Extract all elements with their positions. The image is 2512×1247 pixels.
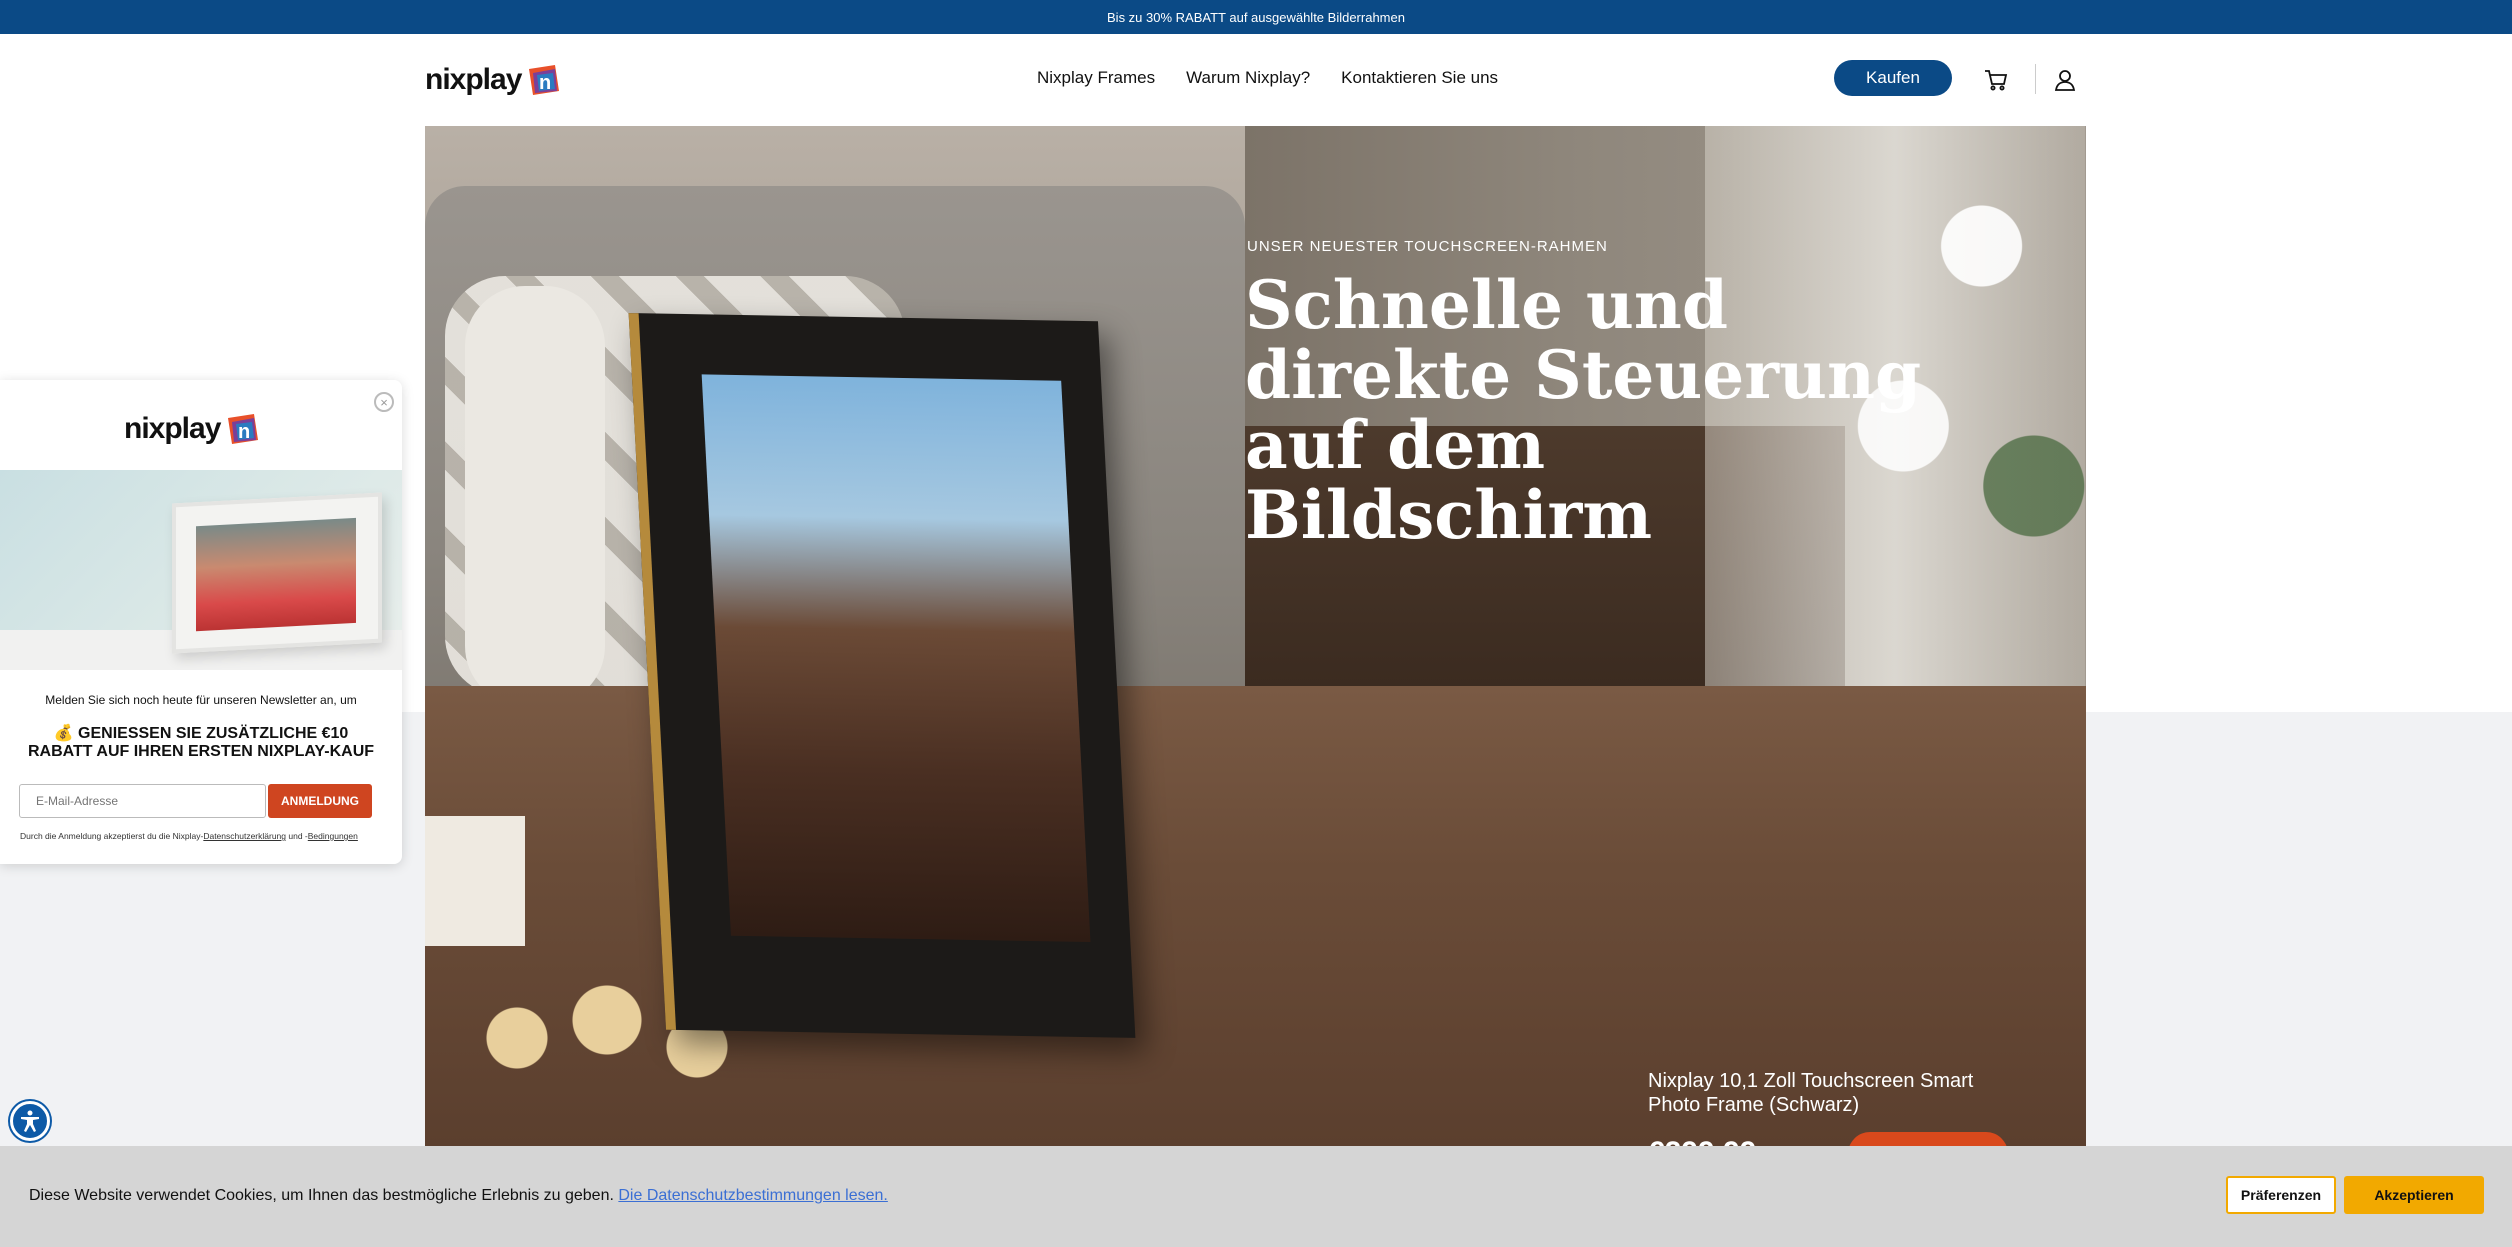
cart-icon[interactable] <box>1983 67 2009 93</box>
product-name[interactable]: Nixplay 10,1 Zoll Touchscreen Smart Phot… <box>1648 1069 2028 1117</box>
popup-headline: 💰 GENIESSEN SIE ZUSÄTZLICHE €10 RABATT A… <box>27 725 375 760</box>
announcement-text: Bis zu 30% RABATT auf ausgewählte Bilder… <box>1107 9 1405 25</box>
buy-button[interactable]: Kaufen <box>1834 60 1952 96</box>
privacy-link[interactable]: Datenschutzerklärung <box>203 831 286 841</box>
close-icon[interactable]: × <box>374 392 394 412</box>
nav-why-nixplay[interactable]: Warum Nixplay? <box>1186 68 1310 88</box>
hero-banner: UNSER NEUESTER TOUCHSCREEN-RAHMEN Schnel… <box>425 126 2086 1146</box>
cookie-text: Diese Website verwendet Cookies, um Ihne… <box>29 1187 888 1205</box>
preferences-button[interactable]: Präferenzen <box>2226 1176 2336 1214</box>
popup-logo-mark-icon: n <box>228 414 259 444</box>
email-field[interactable] <box>19 784 266 818</box>
popup-image <box>0 470 402 670</box>
site-header: nixplay n Nixplay Frames Warum Nixplay? … <box>0 34 2512 126</box>
popup-image-photo <box>196 517 356 632</box>
accept-cookies-button[interactable]: Akzeptieren <box>2344 1176 2484 1214</box>
signup-button[interactable]: ANMELDUNG <box>268 784 372 818</box>
cookie-message: Diese Website verwendet Cookies, um Ihne… <box>29 1187 614 1204</box>
cookie-banner: Diese Website verwendet Cookies, um Ihne… <box>0 1146 2512 1247</box>
header-divider <box>2035 64 2036 94</box>
user-icon[interactable] <box>2052 67 2078 93</box>
main-nav: Nixplay Frames Warum Nixplay? Kontaktier… <box>1037 68 1498 88</box>
nav-contact[interactable]: Kontaktieren Sie uns <box>1341 68 1498 88</box>
hero-frame-photo <box>701 374 1091 943</box>
svg-text:n: n <box>539 72 551 94</box>
terms-link[interactable]: Bedingungen <box>308 831 358 841</box>
nav-nixplay-frames[interactable]: Nixplay Frames <box>1037 68 1155 88</box>
hero-book <box>425 816 525 946</box>
logo[interactable]: nixplay n <box>425 60 563 100</box>
hero-eyebrow: UNSER NEUESTER TOUCHSCREEN-RAHMEN <box>1247 238 1608 255</box>
logo-wordmark: nixplay <box>425 63 522 96</box>
product-buy-button[interactable] <box>1848 1132 2008 1146</box>
popup-logo: nixplay n <box>124 410 262 448</box>
svg-text:n: n <box>238 421 250 443</box>
accessibility-icon <box>21 1110 39 1132</box>
popup-image-frame <box>172 492 382 654</box>
popup-logo-wordmark: nixplay <box>124 412 221 445</box>
newsletter-popup: × nixplay n Melden Sie sich noch heute f… <box>0 380 402 864</box>
legal-prefix: Durch die Anmeldung akzeptierst du die N… <box>20 831 204 841</box>
accessibility-button[interactable] <box>10 1101 50 1141</box>
hero-photo-frame <box>628 313 1136 1038</box>
popup-intro-text: Melden Sie sich noch heute für unseren N… <box>45 693 357 707</box>
popup-legal-text: Durch die Anmeldung akzeptierst du die N… <box>20 831 390 841</box>
hero-vase <box>465 286 605 706</box>
announcement-bar: Bis zu 30% RABATT auf ausgewählte Bilder… <box>0 0 2512 34</box>
product-price: €299,99 <box>1648 1136 1756 1146</box>
privacy-policy-link[interactable]: Die Datenschutzbestimmungen lesen. <box>618 1187 887 1204</box>
logo-mark-icon: n <box>529 65 560 95</box>
legal-and: und - <box>286 831 308 841</box>
hero-title: Schnelle und direkte Steuerung auf dem B… <box>1245 266 1922 554</box>
